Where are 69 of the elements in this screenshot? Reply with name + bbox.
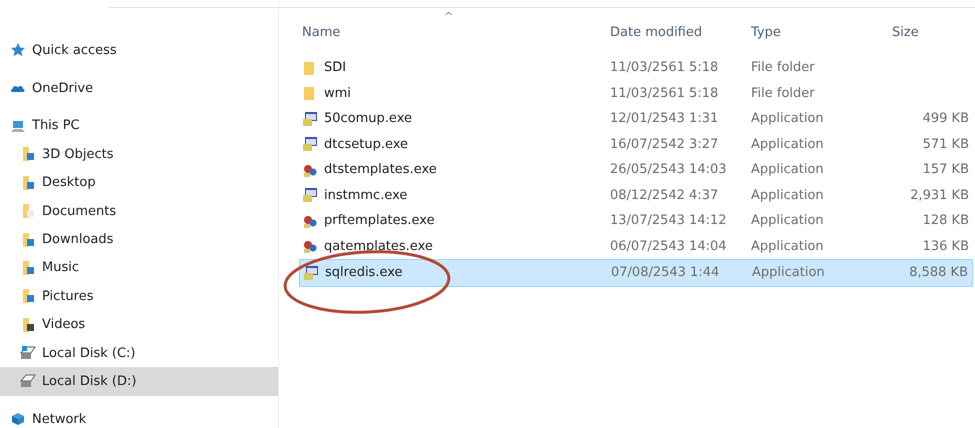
file-name: 50comup.exe <box>324 111 412 126</box>
size-cell: 128 KB <box>922 213 969 228</box>
sort-arrow-icon: ^ <box>444 10 454 23</box>
star-icon <box>10 42 26 58</box>
file-name: instmmc.exe <box>324 188 408 203</box>
size-cell: 157 KB <box>922 162 969 178</box>
size-cell: 2,931 KB <box>910 188 969 203</box>
file-name: qatemplates.exe <box>324 238 433 254</box>
nav-item[interactable]: Desktop <box>0 168 278 197</box>
nav-item[interactable]: Pictures <box>0 282 278 311</box>
date-cell: 07/08/2543 1:44 <box>611 265 720 280</box>
size-cell: 499 KB <box>922 111 969 126</box>
nav-item[interactable]: 3D Objects <box>0 140 278 169</box>
file-row[interactable]: prftemplates.exe 13/07/2543 14:12 Application 128 KB <box>299 208 973 234</box>
file-name: prftemplates.exe <box>324 213 435 228</box>
nav-item[interactable]: Local Disk (D:) <box>0 367 278 396</box>
nav-item[interactable]: Downloads <box>0 225 278 254</box>
column-header[interactable]: Size <box>892 24 919 40</box>
file-row[interactable]: instmmc.exe 08/12/2542 4:37 Application 2,931 KB <box>299 182 973 208</box>
column-header[interactable]: Date modified <box>610 24 702 40</box>
file-row[interactable]: qatemplates.exe 06/07/2543 14:04 Application 136 KB <box>299 234 973 259</box>
disk-c-icon <box>20 345 36 362</box>
application-icon <box>302 187 318 204</box>
file-name: SDI <box>324 60 346 76</box>
nav-item[interactable]: Network <box>0 405 278 428</box>
column-header[interactable]: Name <box>302 24 340 40</box>
date-cell: 08/12/2542 4:37 <box>610 188 718 203</box>
type-cell: File folder <box>751 86 815 101</box>
nav-item[interactable]: Documents <box>0 196 278 226</box>
file-row[interactable]: 50comup.exe 12/01/2543 1:31 Application 499 KB <box>299 106 973 132</box>
type-cell: Application <box>751 111 824 126</box>
type-cell: Application <box>751 213 824 228</box>
network-icon <box>10 411 26 428</box>
date-cell: 13/07/2543 14:12 <box>610 213 727 228</box>
application-icon <box>303 264 319 281</box>
date-cell: 16/07/2542 3:27 <box>610 136 718 152</box>
date-cell: 06/07/2543 14:04 <box>610 238 727 254</box>
size-cell: 136 KB <box>922 238 969 254</box>
type-cell: Application <box>751 162 824 178</box>
disk-icon <box>20 373 36 390</box>
type-cell: Application <box>751 188 824 203</box>
nav-item[interactable]: Videos <box>0 310 278 339</box>
date-cell: 11/03/2561 5:18 <box>610 60 718 76</box>
file-row[interactable]: SDI 11/03/2561 5:18 File folder <box>299 55 973 80</box>
nav-item[interactable]: Local Disk (C:) <box>0 338 278 368</box>
type-cell: File folder <box>751 60 815 76</box>
nav-item[interactable]: OneDrive <box>0 74 278 102</box>
file-row[interactable]: dtcsetup.exe 16/07/2542 3:27 Application 571 KB <box>299 132 973 157</box>
date-cell: 12/01/2543 1:31 <box>610 111 718 126</box>
file-name: dtstemplates.exe <box>324 162 437 178</box>
type-cell: Application <box>752 265 825 280</box>
date-cell: 26/05/2543 14:03 <box>610 162 727 178</box>
date-cell: 11/03/2561 5:18 <box>610 86 718 101</box>
nav-item[interactable]: This PC <box>0 112 278 140</box>
file-row[interactable]: sqlredis.exe 07/08/2543 1:44 Application 8,588 KB <box>299 259 973 286</box>
file-row[interactable]: wmi 11/03/2561 5:18 File folder <box>299 80 973 106</box>
file-row[interactable]: dtstemplates.exe 26/05/2543 14:03 Application 157 KB <box>299 157 973 182</box>
type-cell: Application <box>751 238 824 254</box>
type-cell: Application <box>751 136 824 152</box>
column-header[interactable]: Type <box>751 24 781 40</box>
nav-item[interactable]: Quick access <box>0 36 278 64</box>
size-cell: 571 KB <box>922 136 969 152</box>
application-icon <box>302 110 318 127</box>
size-cell: 8,588 KB <box>909 265 968 280</box>
file-name: dtcsetup.exe <box>324 136 408 152</box>
file-name: sqlredis.exe <box>325 265 403 280</box>
nav-item[interactable]: Music <box>0 254 278 282</box>
application-icon <box>302 136 318 152</box>
file-name: wmi <box>324 86 351 101</box>
